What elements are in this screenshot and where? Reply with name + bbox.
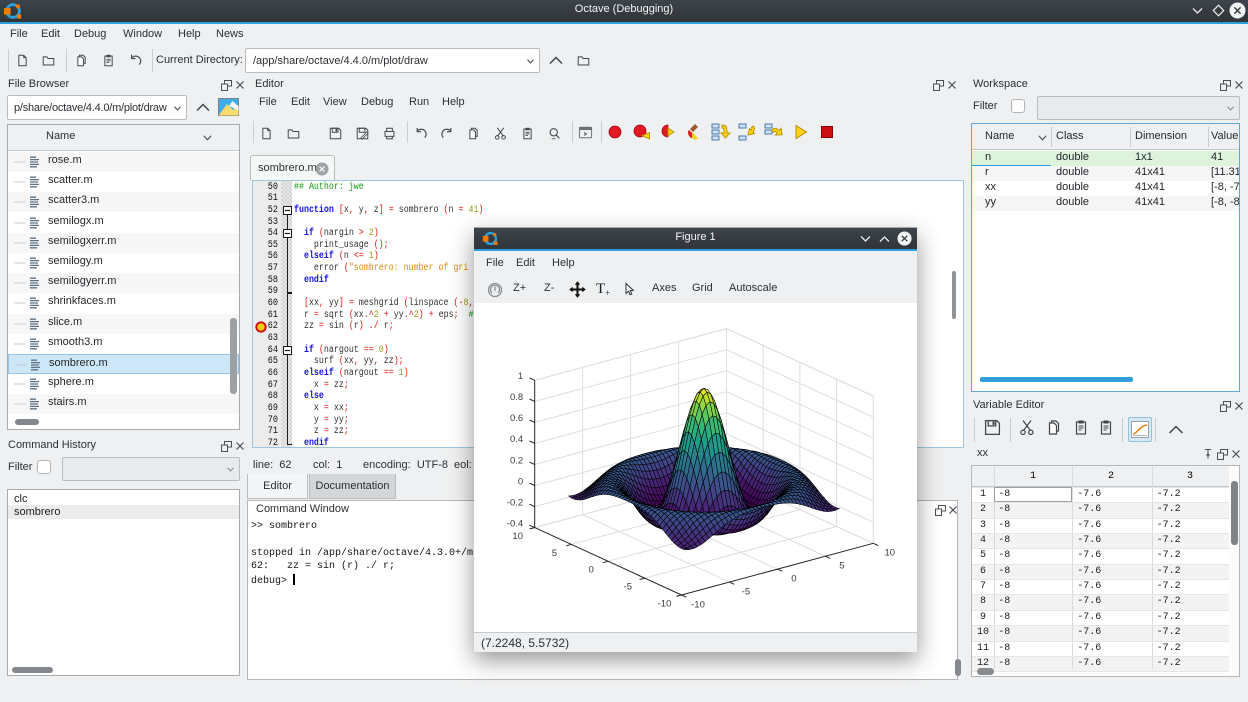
svg-text:5: 5	[552, 548, 557, 559]
svg-text:0.6: 0.6	[510, 413, 523, 424]
svg-text:-10: -10	[658, 598, 672, 609]
svg-text:-0.4: -0.4	[507, 518, 523, 529]
svg-text:1: 1	[518, 371, 523, 382]
svg-text:10: 10	[512, 531, 523, 542]
svg-text:0: 0	[518, 476, 523, 487]
svg-text:0: 0	[791, 573, 796, 584]
svg-text:-5: -5	[742, 586, 750, 597]
svg-text:0: 0	[588, 565, 593, 576]
svg-text:0.2: 0.2	[510, 455, 523, 466]
svg-text:10: 10	[885, 548, 896, 559]
svg-text:-10: -10	[691, 599, 705, 610]
svg-text:5: 5	[839, 561, 844, 572]
svg-text:-5: -5	[624, 581, 632, 592]
svg-text:0.4: 0.4	[510, 434, 523, 445]
svg-text:0.8: 0.8	[510, 392, 523, 403]
svg-text:-0.2: -0.2	[507, 497, 523, 508]
